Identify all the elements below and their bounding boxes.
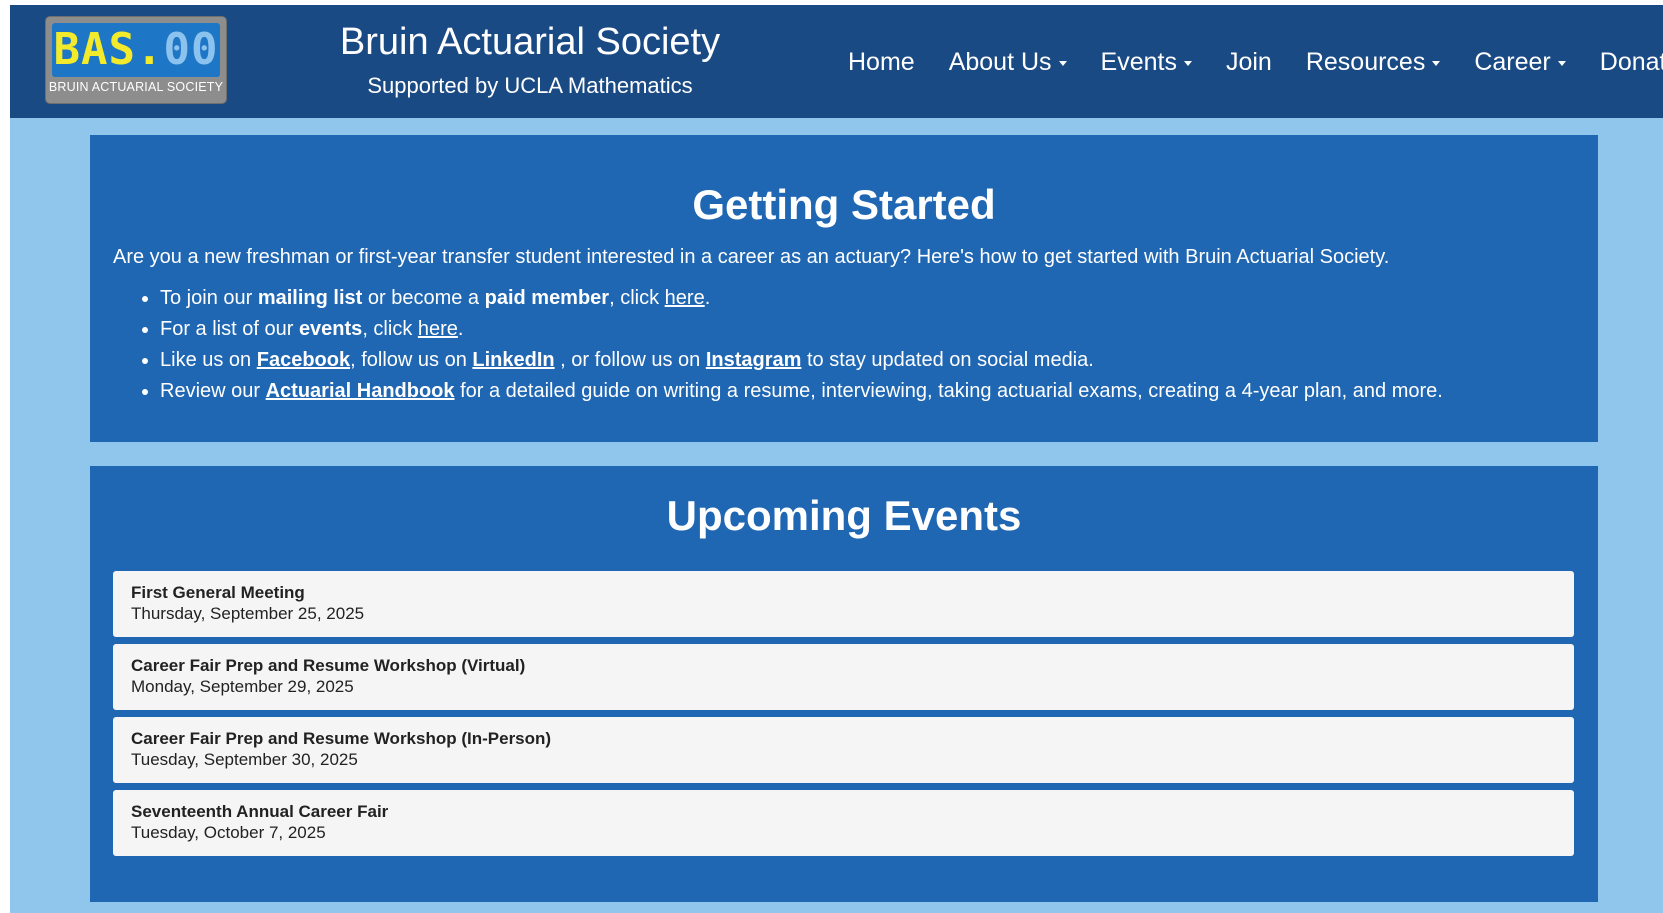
actuarial-handbook-link[interactable]: Actuarial Handbook [266, 380, 455, 402]
list-item-social: Like us on Facebook, follow us on Linked… [160, 345, 1443, 376]
logo-display: BAS.00 [52, 23, 220, 77]
event-card[interactable]: Seventeenth Annual Career Fair Tuesday, … [113, 790, 1574, 856]
nav-donate-label: Donate [1599, 48, 1663, 76]
bullet-text: , click [362, 318, 418, 340]
logo-digits: BAS.00 [54, 28, 219, 72]
bullet-text: or become a [362, 287, 485, 309]
getting-started-panel: Getting Started Are you a new freshman o… [90, 135, 1598, 442]
event-name: First General Meeting [131, 583, 305, 602]
logo-digits-lit: BAS. [53, 24, 164, 75]
nav-resources[interactable]: Resources [1306, 45, 1441, 79]
upcoming-events-heading: Upcoming Events [666, 492, 1022, 539]
upcoming-events-panel: Upcoming Events First General Meeting Th… [90, 466, 1598, 902]
list-item-mailing-list: To join our mailing list or become a pai… [160, 283, 1443, 314]
caret-down-icon [1557, 61, 1566, 66]
bullet-text: . [457, 318, 464, 340]
getting-started-intro: Are you a new freshman or first-year tra… [113, 246, 1390, 268]
nav-about-us[interactable]: About Us [949, 45, 1067, 79]
mailing-list-bold: mailing list [257, 287, 363, 309]
event-name: Seventeenth Annual Career Fair [131, 802, 389, 821]
event-card[interactable]: Career Fair Prep and Resume Workshop (Vi… [113, 644, 1574, 710]
event-card[interactable]: Career Fair Prep and Resume Workshop (In… [113, 717, 1574, 783]
site-subtitle: Supported by UCLA Mathematics [367, 73, 693, 98]
bullet-text: For a list of our [160, 318, 299, 340]
event-date: Thursday, September 25, 2025 [131, 604, 365, 623]
bullet-text: to stay updated on social media. [801, 349, 1094, 371]
bas-logo[interactable]: BAS.00 BRUIN ACTUARIAL SOCIETY [46, 17, 226, 103]
bullet-text: for a detailed guide on writing a resume… [454, 380, 1443, 402]
list-item-handbook: Review our Actuarial Handbook for a deta… [160, 376, 1443, 407]
nav-about-us-label: About Us [948, 48, 1052, 76]
bullet-text: Review our [160, 380, 266, 402]
nav-menu: Home About Us Events Join Resources Care… [848, 45, 1663, 79]
getting-started-list: To join our mailing list or become a pai… [113, 283, 1443, 407]
event-date: Monday, September 29, 2025 [131, 677, 354, 696]
bullet-text: , follow us on [350, 349, 473, 371]
event-name: Career Fair Prep and Resume Workshop (Vi… [131, 656, 526, 675]
bullet-text: . [704, 287, 711, 309]
facebook-link[interactable]: Facebook [257, 349, 350, 371]
event-card[interactable]: First General Meeting Thursday, Septembe… [113, 571, 1574, 637]
paid-member-bold: paid member [484, 287, 610, 309]
bullet-text: To join our [160, 287, 258, 309]
nav-home-label: Home [848, 48, 915, 76]
site-title[interactable]: Bruin Actuarial Society [310, 19, 750, 65]
event-name: Career Fair Prep and Resume Workshop (In… [131, 729, 552, 748]
nav-donate[interactable]: Donate [1600, 45, 1663, 79]
event-date: Tuesday, October 7, 2025 [131, 823, 326, 842]
bullet-text: , click [609, 287, 665, 309]
logo-digits-dim: 00 [163, 24, 219, 75]
logo-caption: BRUIN ACTUARIAL SOCIETY [48, 80, 224, 94]
linkedin-link[interactable]: LinkedIn [472, 349, 554, 371]
nav-career-label: Career [1474, 48, 1551, 76]
caret-down-icon [1432, 61, 1441, 66]
nav-join[interactable]: Join [1226, 45, 1272, 79]
nav-events-label: Events [1100, 48, 1177, 76]
event-list: First General Meeting Thursday, Septembe… [113, 571, 1574, 863]
list-item-events: For a list of our events, click here. [160, 314, 1443, 345]
bullet-text: Like us on [160, 349, 257, 371]
join-here-link[interactable]: here [665, 287, 705, 309]
nav-career[interactable]: Career [1474, 45, 1566, 79]
caret-down-icon [1183, 61, 1192, 66]
nav-events[interactable]: Events [1101, 45, 1192, 79]
bullet-text: , or follow us on [554, 349, 706, 371]
navbar: BAS.00 BRUIN ACTUARIAL SOCIETY Bruin Act… [10, 5, 1663, 118]
getting-started-heading: Getting Started [692, 181, 996, 228]
caret-down-icon [1058, 61, 1067, 66]
nav-join-label: Join [1225, 48, 1272, 76]
events-here-link[interactable]: here [418, 318, 458, 340]
event-date: Tuesday, September 30, 2025 [131, 750, 358, 769]
nav-resources-label: Resources [1305, 48, 1426, 76]
events-bold: events [298, 318, 363, 340]
nav-home[interactable]: Home [848, 45, 915, 79]
instagram-link[interactable]: Instagram [706, 349, 802, 371]
